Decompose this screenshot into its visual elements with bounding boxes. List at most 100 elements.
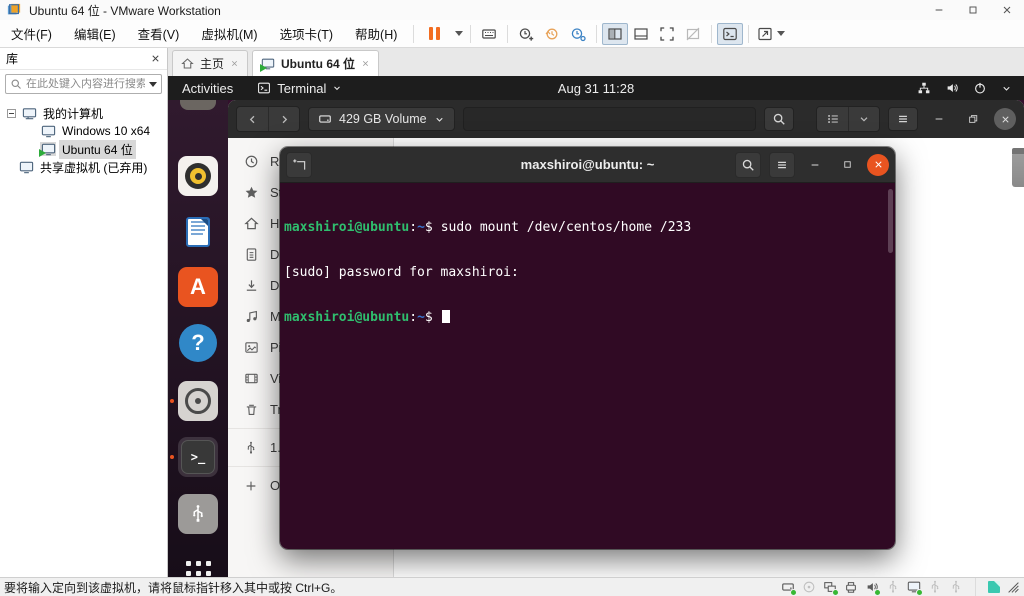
manage-snapshots-button[interactable] (565, 23, 591, 45)
files-headerbar: 429 GB Volume (228, 100, 1024, 138)
menu-view[interactable]: 查看(V) (127, 23, 191, 45)
split-vertical-icon (607, 26, 623, 42)
tab-ubuntu-vm[interactable]: Ubuntu 64 位 (252, 50, 379, 76)
vm-icon (40, 124, 56, 138)
toggle-library-button[interactable] (602, 23, 628, 45)
printer-icon[interactable] (844, 580, 858, 594)
folder-files[interactable]: files (1002, 152, 1024, 206)
volume-icon (945, 81, 959, 95)
terminal-menu-button[interactable] (769, 152, 795, 178)
forward-button[interactable] (268, 107, 299, 131)
list-view-button[interactable] (817, 107, 848, 131)
activities-button[interactable]: Activities (168, 76, 247, 100)
clock-button[interactable]: Aug 31 11:28 (558, 76, 634, 100)
sound-icon[interactable] (865, 580, 879, 594)
back-button[interactable] (237, 107, 268, 131)
dock-item-usb-drive[interactable] (178, 494, 218, 534)
caret-down-icon[interactable] (149, 82, 157, 87)
terminal-close-button[interactable] (867, 154, 889, 176)
menu-vm[interactable]: 虚拟机(M) (190, 23, 268, 45)
files-minimize-button[interactable] (926, 107, 952, 131)
terminal-minimize-button[interactable] (803, 153, 827, 177)
vmware-logo-icon (7, 3, 21, 17)
terminal-search-button[interactable] (735, 152, 761, 178)
terminal-cursor (442, 310, 450, 323)
search-icon (741, 158, 755, 172)
library-close-button[interactable] (150, 53, 161, 64)
caret-down-icon (455, 31, 463, 36)
menu-edit[interactable]: 编辑(E) (63, 23, 127, 45)
manage-snapshots-icon (570, 26, 586, 42)
volume-location-button[interactable]: 429 GB Volume (308, 107, 455, 131)
terminal-scrollbar[interactable] (888, 189, 893, 253)
tree-item-shared-vms[interactable]: 共享虚拟机 (已弃用) (0, 158, 167, 176)
tree-item-my-computer[interactable]: 我的计算机 (0, 104, 167, 122)
new-tab-button[interactable] (286, 152, 312, 178)
chevron-down-icon (434, 114, 445, 125)
terminal-line: maxshiroi@ubuntu:~$ (284, 310, 893, 325)
tab-close-icon[interactable] (230, 59, 239, 68)
take-snapshot-button[interactable] (513, 23, 539, 45)
menu-file[interactable]: 文件(F) (0, 23, 63, 45)
terminal-titlebar[interactable]: maxshiroi@ubuntu: ~ (280, 147, 895, 183)
network-adapter-icon[interactable] (823, 580, 837, 594)
new-tab-icon (292, 157, 307, 172)
star-icon (243, 185, 259, 200)
suspend-dropdown[interactable] (449, 23, 465, 45)
menu-help[interactable]: 帮助(H) (344, 23, 408, 45)
vm-tree: 我的计算机 Windows 10 x64 Ubuntu 64 位 共享虚拟机 (… (0, 98, 167, 176)
usb-device-icon[interactable] (928, 580, 942, 594)
library-search-input[interactable] (26, 78, 145, 90)
search-button[interactable] (764, 107, 794, 131)
terminal-screen[interactable]: maxshiroi@ubuntu:~$sudo mount /dev/cento… (280, 183, 895, 549)
window-minimize-button[interactable] (922, 0, 956, 20)
terminal-maximize-button[interactable] (835, 153, 859, 177)
unity-mode-button[interactable] (680, 23, 706, 45)
dock-item-ubuntu-software[interactable]: A (178, 267, 218, 307)
dock-item-help[interactable]: ? (178, 323, 218, 363)
dock-item-rhythmbox[interactable] (178, 156, 218, 196)
unity-icon (685, 26, 701, 42)
collapse-icon[interactable] (7, 109, 16, 118)
resize-grip[interactable] (1007, 581, 1020, 594)
message-log-icon[interactable] (988, 581, 1000, 593)
send-ctrl-alt-del-button[interactable] (476, 23, 502, 45)
tree-item-ubuntu[interactable]: Ubuntu 64 位 (0, 140, 167, 158)
tab-close-icon[interactable] (361, 59, 370, 68)
view-options-button[interactable] (848, 107, 879, 131)
app-menu-button[interactable]: Terminal (247, 76, 352, 100)
system-tray[interactable] (917, 81, 1024, 95)
fullscreen-button[interactable] (654, 23, 680, 45)
display-icon[interactable] (907, 580, 921, 594)
dock-item-libreoffice-writer[interactable] (178, 212, 218, 252)
suspend-vm-button[interactable] (419, 23, 449, 45)
dock-item-show-applications[interactable] (178, 553, 218, 577)
files-maximize-button[interactable] (960, 107, 986, 131)
terminal-window: maxshiroi@ubuntu: ~ maxshiroi@ubuntu:~$s… (280, 147, 895, 549)
cdrom-icon[interactable] (802, 580, 816, 594)
chevron-down-icon (332, 83, 342, 93)
window-close-button[interactable] (990, 0, 1024, 20)
toggle-thumbnail-bar-button[interactable] (628, 23, 654, 45)
snapshot-icon (518, 26, 534, 42)
fit-guest-button[interactable] (754, 23, 788, 45)
chevron-down-icon (858, 113, 870, 125)
usb-device-icon[interactable] (886, 580, 900, 594)
path-bar[interactable] (463, 107, 756, 131)
software-icon: A (190, 274, 206, 300)
tree-item-windows10[interactable]: Windows 10 x64 (0, 122, 167, 140)
window-maximize-button[interactable] (956, 0, 990, 20)
tab-home[interactable]: 主页 (172, 50, 248, 76)
play-icon (39, 149, 46, 157)
usb-device-icon[interactable] (949, 580, 963, 594)
home-icon (181, 57, 194, 70)
dock-item-terminal[interactable]: >_ (178, 437, 218, 477)
revert-snapshot-button[interactable] (539, 23, 565, 45)
hard-disk-icon[interactable] (781, 580, 795, 594)
dock-item-disks[interactable] (178, 381, 218, 421)
menu-tabs[interactable]: 选项卡(T) (269, 23, 344, 45)
running-indicator (170, 455, 174, 459)
show-console-button[interactable] (717, 23, 743, 45)
files-close-button[interactable] (994, 108, 1016, 130)
hamburger-menu-button[interactable] (888, 107, 918, 131)
